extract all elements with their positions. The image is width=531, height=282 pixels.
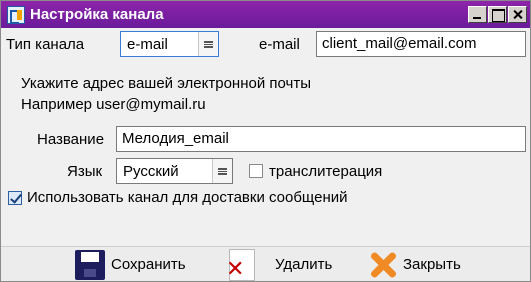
dropdown-arrow-icon[interactable] <box>212 159 232 183</box>
email-hint: Укажите адрес вашей электронной почты <box>21 75 311 92</box>
window-close-icon[interactable] <box>508 6 527 23</box>
close-button[interactable]: Закрыть <box>369 247 461 282</box>
title-bar[interactable]: Настройка канала <box>1 1 530 28</box>
email-example: Например user@mymail.ru <box>21 96 206 113</box>
minimize-icon[interactable] <box>468 6 487 23</box>
language-select[interactable]: Русский <box>116 158 233 184</box>
floppy-disk-icon <box>75 249 105 280</box>
use-channel-label[interactable]: Использовать канал для доставки сообщени… <box>27 189 348 206</box>
transliteration-label[interactable]: транслитерация <box>269 163 382 180</box>
save-label: Сохранить <box>111 256 186 273</box>
close-x-icon <box>369 251 397 279</box>
name-field[interactable]: Мелодия_email <box>116 126 526 152</box>
delete-doc-icon: ✕ <box>226 248 255 281</box>
channel-settings-window: Настройка канала Тип канала e-mail e-mai… <box>0 0 531 282</box>
channel-type-value: e-mail <box>121 35 198 53</box>
window-title: Настройка канала <box>30 6 164 23</box>
app-icon <box>7 5 25 24</box>
channel-type-label: Тип канала <box>6 36 85 53</box>
window-controls <box>467 6 527 23</box>
dropdown-arrow-icon[interactable] <box>198 32 218 56</box>
maximize-icon[interactable] <box>488 6 507 23</box>
language-label: Язык <box>67 163 103 180</box>
email-field[interactable]: client_mail@email.com <box>316 31 526 57</box>
channel-type-select[interactable]: e-mail <box>120 31 219 57</box>
toolbar: Сохранить ✕ Удалить Закрыть <box>1 246 530 281</box>
form-area: Тип канала e-mail e-mail client_mail@ema… <box>1 28 530 246</box>
transliteration-checkbox[interactable] <box>249 164 263 178</box>
close-label: Закрыть <box>403 256 461 273</box>
delete-button[interactable]: ✕ Удалить <box>226 247 333 282</box>
save-button[interactable]: Сохранить <box>75 247 186 282</box>
email-label: e-mail <box>259 36 300 53</box>
language-value: Русский <box>123 162 179 180</box>
delete-label: Удалить <box>275 256 333 273</box>
name-label: Название <box>37 131 105 148</box>
use-channel-checkbox[interactable] <box>8 191 22 205</box>
